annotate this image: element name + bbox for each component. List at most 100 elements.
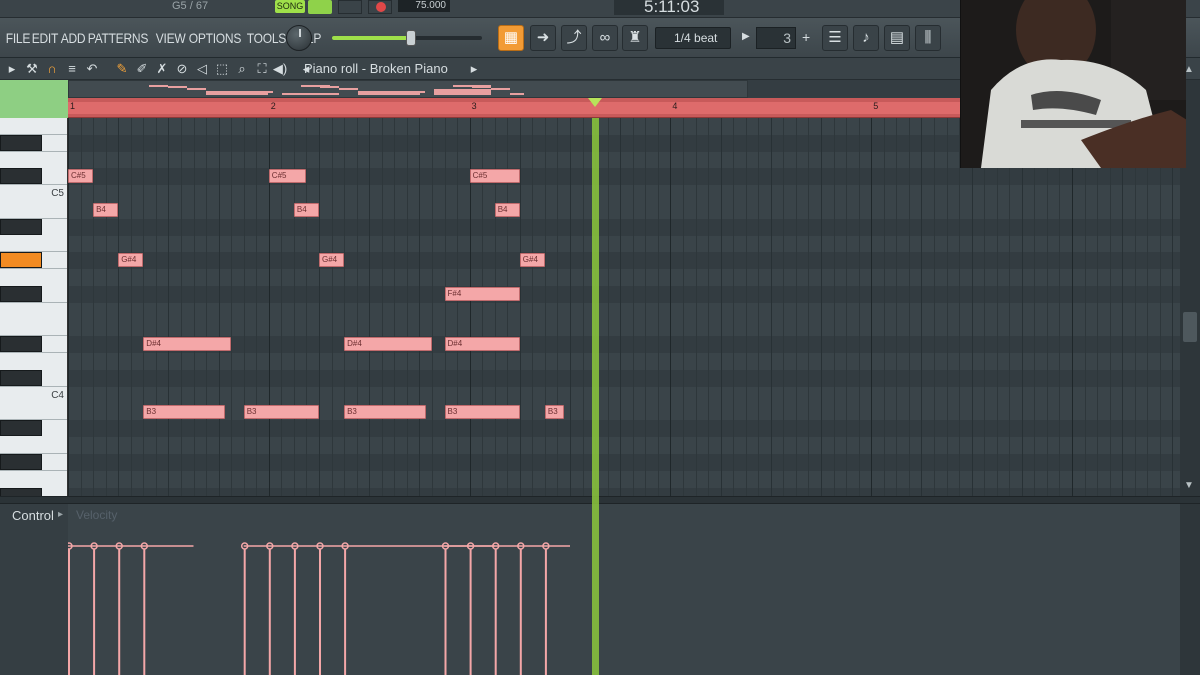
channel-rack-button[interactable]: ▤ <box>884 25 910 51</box>
menu-options[interactable]: OPTIONS <box>187 27 243 49</box>
note[interactable]: D#4 <box>344 337 432 352</box>
chevron-right-icon[interactable]: ▸ <box>466 61 482 77</box>
piano-key-black[interactable] <box>0 134 42 151</box>
note[interactable]: B3 <box>544 404 564 419</box>
menu-tools[interactable]: TOOLS <box>245 27 288 49</box>
mixer-button[interactable]: ⫼ <box>915 25 941 51</box>
master-volume-slider[interactable] <box>332 30 482 46</box>
piano-key-white[interactable] <box>0 251 67 253</box>
slice-tool-icon[interactable]: ◁ <box>194 61 210 77</box>
piano-roll-button[interactable]: ♪ <box>853 25 879 51</box>
note[interactable]: B3 <box>243 404 319 419</box>
note[interactable]: C#5 <box>68 169 94 184</box>
zoom-fit-icon[interactable]: ⛶ <box>254 61 270 77</box>
menu-add[interactable]: ADD <box>59 27 87 49</box>
note[interactable]: F#4 <box>444 287 520 301</box>
menu-view[interactable]: VIEW <box>154 27 187 49</box>
undo-icon[interactable]: ↶ <box>84 61 100 77</box>
piano-key-white[interactable] <box>0 301 67 303</box>
play-step-icon[interactable]: ▶ <box>742 31 750 42</box>
piano-key-white[interactable] <box>0 469 67 471</box>
slide-button[interactable]: ⤴ <box>561 25 587 51</box>
control-label[interactable]: Control <box>12 508 54 523</box>
wrench-icon[interactable]: ⚒ <box>24 61 40 77</box>
vertical-scroll-thumb[interactable] <box>1183 312 1197 342</box>
piano-key-black[interactable] <box>0 286 42 302</box>
playhead-marker[interactable] <box>588 98 603 107</box>
master-pitch-knob[interactable] <box>286 25 312 51</box>
timeline-ruler[interactable]: 1 2 3 4 5 <box>68 98 960 118</box>
panel-divider[interactable] <box>0 496 1200 504</box>
note[interactable]: B4 <box>494 203 520 217</box>
list-icon[interactable]: ≡ <box>64 61 80 77</box>
piano-key-black[interactable] <box>0 487 42 496</box>
velocity-lane[interactable]: Velocity <box>68 504 1180 675</box>
piano-key-white[interactable] <box>0 268 67 270</box>
note[interactable]: C#5 <box>268 169 307 184</box>
link-button[interactable]: ∞ <box>592 25 618 51</box>
piano-key-black[interactable] <box>0 168 42 185</box>
overview-note <box>434 93 491 96</box>
playlist-button[interactable]: ☰ <box>822 25 848 51</box>
stop-button[interactable] <box>338 0 362 14</box>
delete-tool-icon[interactable]: ✗ <box>154 61 170 77</box>
note[interactable]: B3 <box>444 404 520 419</box>
piano-key-active[interactable] <box>0 252 42 269</box>
playhead[interactable] <box>592 118 600 675</box>
note[interactable]: G#4 <box>519 253 545 268</box>
speaker-icon[interactable]: ◀) <box>272 61 288 77</box>
grid-line <box>206 118 208 496</box>
paint-tool-icon[interactable]: ✐ <box>134 61 150 77</box>
piano-key-white[interactable] <box>0 335 67 337</box>
velocity-chart[interactable] <box>68 504 1180 675</box>
plus-icon[interactable]: + <box>802 29 810 45</box>
step-edit-button[interactable]: ➜ <box>530 25 556 51</box>
zoom-tool-icon[interactable]: ⌕ <box>234 61 250 77</box>
note[interactable]: G#4 <box>319 253 345 268</box>
piano-key-black[interactable] <box>0 454 42 470</box>
piano-keyboard[interactable]: C5 C4 <box>0 118 68 496</box>
piano-key-black[interactable] <box>0 218 42 235</box>
note[interactable]: D#4 <box>444 337 520 352</box>
piano-key-white[interactable] <box>0 352 67 354</box>
hat-button[interactable]: ♜ <box>622 25 648 51</box>
select-tool-icon[interactable]: ⬚ <box>214 61 230 77</box>
control-scrollbar[interactable] <box>1180 504 1200 675</box>
snap-selector[interactable]: 1/4 beat <box>655 27 731 49</box>
piano-key-white[interactable] <box>0 217 67 219</box>
menu-file[interactable]: FILE <box>4 27 32 49</box>
step-size-input[interactable]: 3 <box>756 27 796 49</box>
record-button[interactable] <box>368 0 392 14</box>
piano-key-white[interactable] <box>0 453 67 454</box>
note[interactable]: D#4 <box>143 337 232 352</box>
pause-button[interactable] <box>308 0 332 14</box>
note[interactable]: B4 <box>93 203 119 217</box>
mute-tool-icon[interactable]: ⊘ <box>174 61 190 77</box>
typing-keyboard-button[interactable]: ▦ <box>498 25 524 51</box>
tempo-display[interactable]: 75.000 <box>398 0 450 12</box>
play-arrow-icon[interactable]: ▸ <box>4 61 20 77</box>
note-grid[interactable]: C#5 B4 G#4 D#4 B3 B3 C#5 B4 G#4 D#4 B3 F#4 D#4 B3 C#5 B… <box>68 118 1180 496</box>
magnet-snap-icon[interactable]: ∩ <box>44 61 60 77</box>
note[interactable]: G#4 <box>118 253 144 268</box>
pattern-overview[interactable] <box>68 80 748 98</box>
master-volume-handle[interactable] <box>406 30 416 46</box>
note[interactable]: B4 <box>293 203 319 217</box>
note[interactable]: B3 <box>143 404 225 419</box>
menu-patterns[interactable]: PATTERNS <box>86 27 150 49</box>
piano-key-white[interactable] <box>0 419 67 421</box>
song-mode-toggle[interactable]: SONG <box>275 0 305 13</box>
menu-edit[interactable]: EDIT <box>30 27 60 49</box>
piano-key-white[interactable] <box>0 385 67 387</box>
piano-key-white[interactable] <box>0 184 67 186</box>
note[interactable]: C#5 <box>469 169 520 184</box>
chevron-right-icon[interactable]: ▸ <box>58 509 63 520</box>
piano-key-white[interactable] <box>0 133 67 135</box>
scroll-down-icon[interactable]: ▼ <box>1184 480 1194 491</box>
pencil-tool-icon[interactable]: ✎ <box>114 61 130 77</box>
piano-key-black[interactable] <box>0 336 42 353</box>
piano-key-black[interactable] <box>0 370 42 386</box>
note[interactable]: B3 <box>344 404 426 419</box>
piano-key-black[interactable] <box>0 420 42 437</box>
piano-key-white[interactable] <box>0 150 67 152</box>
